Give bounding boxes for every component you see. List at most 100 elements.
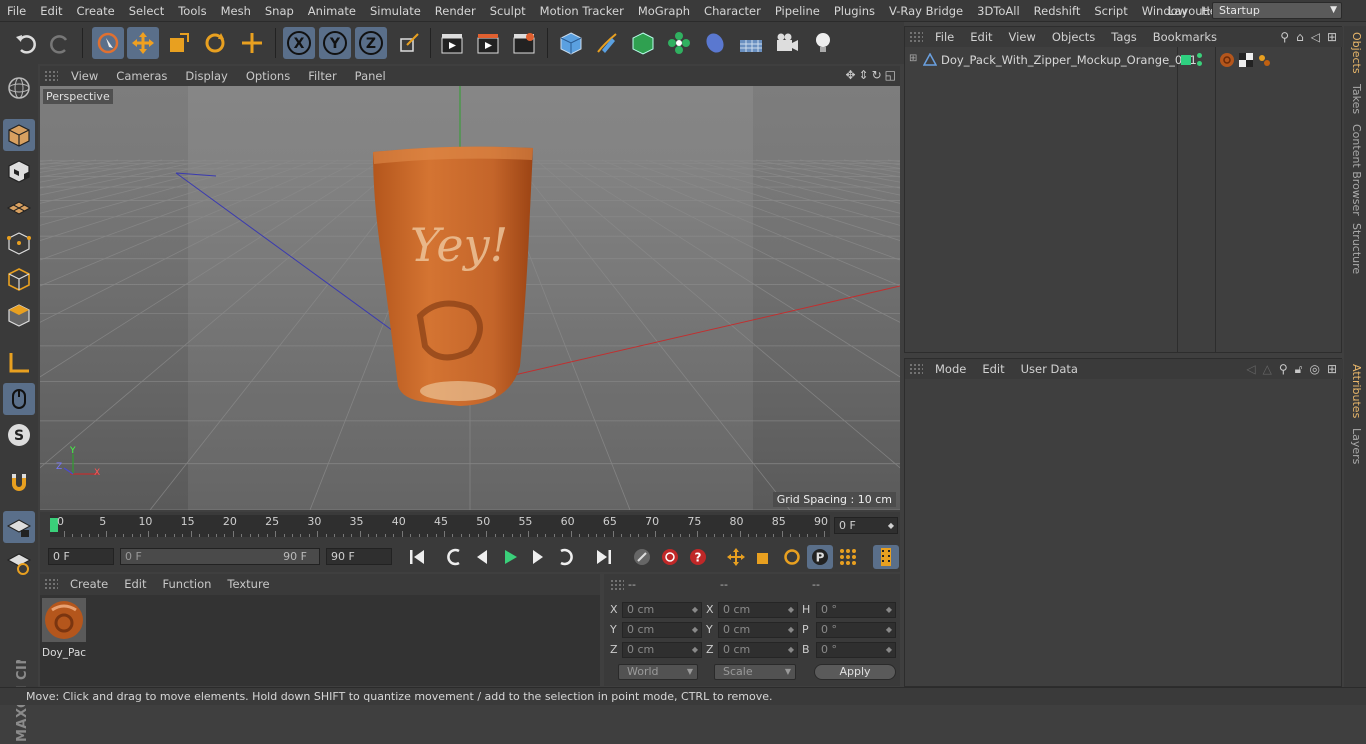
solo-button[interactable]: S	[3, 419, 35, 451]
spinner-icon[interactable]: ◆	[692, 623, 698, 637]
size-mode-select[interactable]: Scale ▼	[714, 664, 796, 680]
doy-pack-model[interactable]	[373, 146, 533, 406]
visible-editor-icon[interactable]	[1197, 53, 1202, 58]
pen-spline-button[interactable]	[591, 27, 623, 59]
tab-structure[interactable]: Structure	[1350, 223, 1363, 274]
menu-render[interactable]: Render	[428, 0, 483, 22]
objects-menu-objects[interactable]: Objects	[1044, 30, 1103, 44]
objects-menu-file[interactable]: File	[927, 30, 962, 44]
spinner-icon[interactable]: ◆	[788, 623, 794, 637]
texture-tag-icon[interactable]	[1239, 53, 1253, 67]
end-frame-field[interactable]: 90 F	[326, 548, 392, 565]
object-name[interactable]: Doy_Pack_With_Zipper_Mockup_Orange_001	[941, 53, 1197, 67]
render-picture-viewer-button[interactable]	[472, 27, 504, 59]
pan-icon[interactable]: ✥	[845, 68, 855, 82]
key-scale-button[interactable]	[751, 545, 777, 569]
model-mode-button[interactable]	[3, 119, 35, 151]
x-axis-lock-button[interactable]: X	[283, 27, 315, 59]
menu-file[interactable]: File	[0, 0, 33, 22]
make-editable-button[interactable]	[3, 72, 35, 104]
menu-v-ray-bridge[interactable]: V-Ray Bridge	[882, 0, 970, 22]
deformer-button[interactable]	[699, 27, 731, 59]
coordinate-system-button[interactable]	[393, 27, 425, 59]
spinner-icon[interactable]: ◆	[788, 643, 794, 657]
viewport-menu-view[interactable]: View	[62, 69, 107, 83]
arrow-left-icon[interactable]: ◁	[1246, 362, 1255, 377]
layer-color-icon[interactable]	[1181, 55, 1191, 65]
goto-end-button[interactable]	[591, 545, 617, 569]
menu-character[interactable]: Character	[697, 0, 768, 22]
prev-key-button[interactable]	[441, 545, 467, 569]
coord-field[interactable]: 0 cm ◆	[718, 622, 798, 638]
viewport-menu-filter[interactable]: Filter	[299, 69, 345, 83]
apply-button[interactable]: Apply	[814, 664, 896, 680]
transform-tool-button[interactable]	[236, 27, 268, 59]
objects-menu-tags[interactable]: Tags	[1103, 30, 1144, 44]
coord-field[interactable]: 0 ° ◆	[816, 642, 896, 658]
material-menu-texture[interactable]: Texture	[219, 577, 277, 591]
spinner-icon[interactable]: ◆	[692, 643, 698, 657]
spinner-icon[interactable]: ◆	[886, 603, 892, 617]
live-selection-button[interactable]	[92, 27, 124, 59]
new-panel-icon[interactable]: ⊞	[1327, 362, 1337, 377]
undo-button[interactable]	[10, 27, 42, 59]
coord-field[interactable]: 0 cm ◆	[622, 602, 702, 618]
panel-grip-icon[interactable]	[909, 363, 923, 375]
camera-object-button[interactable]	[771, 27, 803, 59]
target-icon[interactable]: ◎	[1309, 362, 1319, 377]
phong-tag-icon[interactable]	[1257, 53, 1271, 67]
record-keys-button[interactable]	[629, 545, 655, 569]
3d-viewport[interactable]: Yey! Y X Z Perspective Grid Spacing : 10…	[40, 86, 900, 510]
edges-mode-button[interactable]	[3, 263, 35, 295]
menu-simulate[interactable]: Simulate	[363, 0, 428, 22]
texture-mode-button[interactable]	[3, 155, 35, 187]
panel-grip-icon[interactable]	[44, 578, 58, 590]
redo-button[interactable]	[44, 27, 76, 59]
tab-layers[interactable]: Layers	[1350, 428, 1363, 464]
menu-mesh[interactable]: Mesh	[214, 0, 258, 22]
viewport-menu-display[interactable]: Display	[176, 69, 236, 83]
spinner-icon[interactable]: ◆	[888, 518, 894, 533]
panel-grip-icon[interactable]	[909, 31, 923, 43]
menu-redshift[interactable]: Redshift	[1027, 0, 1088, 22]
menu-snap[interactable]: Snap	[258, 0, 301, 22]
camera-label[interactable]: Perspective	[43, 89, 113, 104]
menu-select[interactable]: Select	[122, 0, 171, 22]
material-menu-edit[interactable]: Edit	[116, 577, 154, 591]
attributes-menu-user-data[interactable]: User Data	[1013, 362, 1086, 376]
timeline-window-button[interactable]	[873, 545, 899, 569]
rotate-tool-button[interactable]	[199, 27, 231, 59]
coord-field[interactable]: 0 cm ◆	[718, 602, 798, 618]
coord-field[interactable]: 0 ° ◆	[816, 602, 896, 618]
coordinate-mode-select[interactable]: World ▼	[618, 664, 698, 680]
search-icon[interactable]: ⚲	[1279, 362, 1288, 377]
layout-select[interactable]: Startup ▼	[1212, 2, 1342, 19]
menu-script[interactable]: Script	[1087, 0, 1134, 22]
tab-objects[interactable]: Objects	[1350, 32, 1363, 74]
start-frame-field[interactable]: 0 F	[48, 548, 114, 565]
new-panel-icon[interactable]: ⊞	[1327, 30, 1337, 44]
key-position-button[interactable]	[723, 545, 749, 569]
workplane-mode-button[interactable]	[3, 191, 35, 223]
tab-attributes[interactable]: Attributes	[1350, 364, 1363, 418]
orbit-icon[interactable]: ↻	[872, 68, 882, 82]
keyframe-selection-button[interactable]: ?	[685, 545, 711, 569]
workplane-align-button[interactable]	[3, 547, 35, 579]
tab-takes[interactable]: Takes	[1350, 84, 1363, 114]
subdivision-surface-button[interactable]	[627, 27, 659, 59]
menu-pipeline[interactable]: Pipeline	[768, 0, 827, 22]
workplane-lock-button[interactable]	[3, 511, 35, 543]
material-menu-function[interactable]: Function	[155, 577, 220, 591]
autokey-button[interactable]	[657, 545, 683, 569]
arrow-left-icon[interactable]: ◁	[1311, 30, 1320, 44]
menu-create[interactable]: Create	[70, 0, 122, 22]
spinner-icon[interactable]: ◆	[692, 603, 698, 617]
menu-3dtoall[interactable]: 3DToAll	[970, 0, 1027, 22]
spinner-icon[interactable]: ◆	[886, 623, 892, 637]
enable-axis-button[interactable]	[3, 347, 35, 379]
viewport-menu-options[interactable]: Options	[237, 69, 299, 83]
key-pla-button[interactable]	[835, 545, 861, 569]
material-menu-create[interactable]: Create	[62, 577, 116, 591]
maximize-icon[interactable]: ◱	[885, 68, 896, 82]
goto-start-button[interactable]	[404, 545, 430, 569]
